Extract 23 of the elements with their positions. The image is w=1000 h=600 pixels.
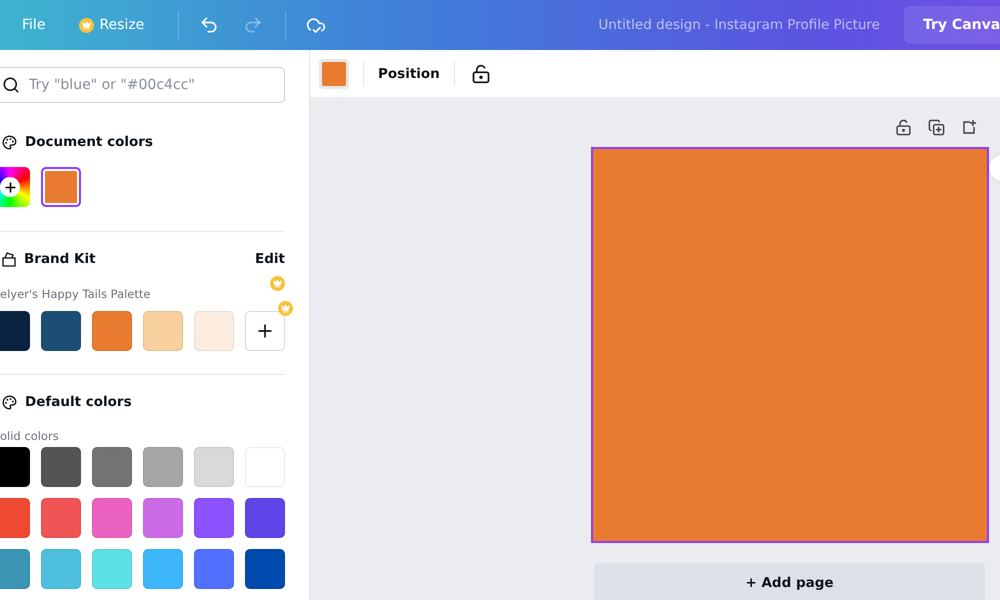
color-search-field[interactable]: Try "blue" or "#00c4cc" bbox=[0, 67, 285, 103]
position-button[interactable]: Position bbox=[378, 62, 440, 86]
try-canva-button[interactable]: Try Canva bbox=[904, 6, 1000, 44]
search-icon bbox=[2, 76, 20, 94]
crown-badge-icon bbox=[270, 276, 285, 291]
edit-link[interactable]: Edit bbox=[255, 251, 285, 267]
crown-badge-icon bbox=[278, 301, 293, 316]
subsection-label: olid colors bbox=[0, 429, 59, 443]
add-page-button[interactable]: + Add page bbox=[594, 563, 985, 600]
section-title: Brand Kit bbox=[24, 251, 96, 267]
document-title: Untitled design - Instagram Profile Picture bbox=[598, 17, 880, 33]
add-page-icon[interactable] bbox=[961, 119, 977, 135]
palette-name: elyer's Happy Tails Palette bbox=[0, 287, 150, 301]
palette-icon bbox=[2, 394, 17, 410]
brand-kit-icon bbox=[2, 251, 16, 267]
add-color-button[interactable] bbox=[245, 311, 285, 351]
section-title: Default colors bbox=[25, 394, 132, 410]
section-title: Document colors bbox=[25, 134, 153, 150]
color-swatch[interactable] bbox=[41, 167, 81, 207]
document-colors-icon bbox=[2, 134, 17, 150]
plus-icon bbox=[0, 177, 20, 197]
add-color-button[interactable] bbox=[0, 167, 30, 207]
crown-icon bbox=[79, 18, 94, 32]
